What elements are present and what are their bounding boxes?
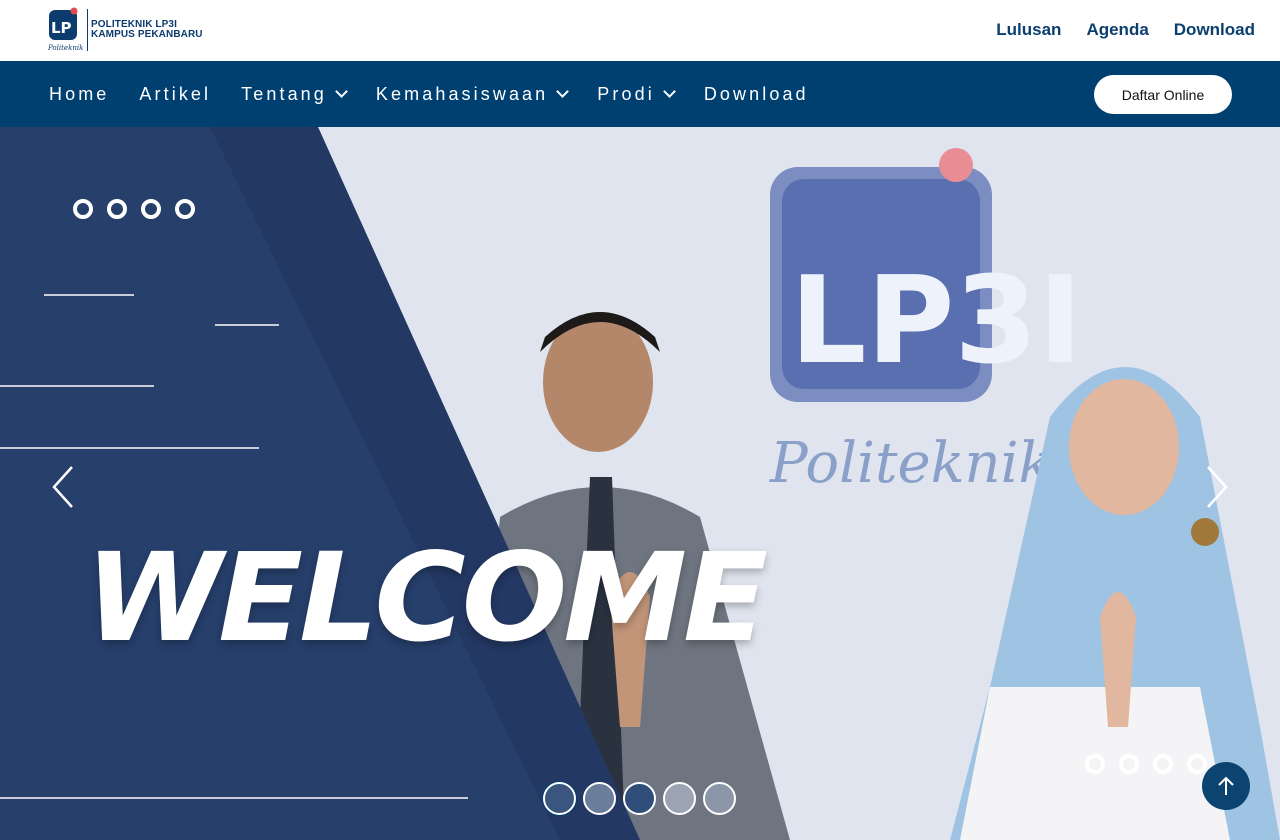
daftar-online-button[interactable]: Daftar Online [1094, 75, 1232, 114]
svg-text:Politeknik: Politeknik [47, 44, 83, 52]
svg-text:LP: LP [51, 19, 72, 37]
lp3i-logo-icon: LP Politeknik [47, 7, 83, 52]
nav-item-download[interactable]: Download [704, 84, 809, 105]
slide-thumbnail-4[interactable] [663, 782, 696, 815]
top-links: Lulusan Agenda Download [996, 20, 1255, 40]
slide-thumbnail-5[interactable] [703, 782, 736, 815]
slide-thumbnail-2[interactable] [583, 782, 616, 815]
nav-item-label: Home [49, 83, 110, 104]
logo-text: POLITEKNIK LP3I KAMPUS PEKANBARU [91, 20, 203, 40]
top-link-lulusan[interactable]: Lulusan [996, 20, 1061, 40]
nav-item-tentang[interactable]: Tentang [241, 83, 348, 105]
main-navbar: Home Artikel Tentang Kemahasiswaan Prodi… [0, 61, 1280, 127]
top-link-agenda[interactable]: Agenda [1086, 20, 1148, 40]
chevron-down-icon [335, 85, 348, 98]
top-link-download[interactable]: Download [1174, 20, 1255, 40]
chevron-down-icon [556, 85, 570, 98]
nav-item-label: Tentang [241, 83, 327, 104]
nav-item-prodi[interactable]: Prodi [597, 83, 676, 105]
logo-text-line2: KAMPUS PEKANBARU [91, 29, 203, 40]
nav-item-label: Artikel [139, 83, 212, 104]
slider-thumbnails [543, 782, 736, 815]
nav-item-label: Download [703, 83, 809, 104]
sign-text: LP3I [790, 252, 1083, 391]
scroll-to-top-button[interactable] [1202, 762, 1250, 810]
logo-divider [87, 9, 88, 51]
nav-menu: Home Artikel Tentang Kemahasiswaan Prodi… [49, 61, 839, 127]
nav-item-artikel[interactable]: Artikel [139, 84, 211, 105]
nav-item-home[interactable]: Home [49, 84, 109, 105]
sign-script: Politeknik [769, 431, 1052, 496]
slide-thumbnail-3[interactable] [623, 782, 656, 815]
chevron-left-icon [52, 466, 73, 508]
hero-slider: LP3I Politeknik WELCOME [0, 127, 1280, 840]
nav-item-label: Kemahasiswaan [375, 83, 549, 104]
site-logo[interactable]: LP Politeknik POLITEKNIK LP3I KAMPUS PEK… [47, 7, 203, 53]
nav-item-label: Prodi [597, 83, 655, 104]
slide-thumbnail-1[interactable] [543, 782, 576, 815]
slider-prev-button[interactable] [44, 462, 84, 512]
arrow-up-icon [1218, 776, 1234, 795]
top-header: LP Politeknik POLITEKNIK LP3I KAMPUS PEK… [0, 0, 1280, 61]
hero-background: LP3I Politeknik [0, 127, 1280, 840]
chevron-right-icon [1207, 466, 1228, 508]
chevron-down-icon [662, 85, 676, 98]
hero-headline: WELCOME [85, 527, 768, 669]
slider-next-button[interactable] [1196, 462, 1236, 512]
nav-item-kemahasiswaan[interactable]: Kemahasiswaan [375, 83, 570, 105]
